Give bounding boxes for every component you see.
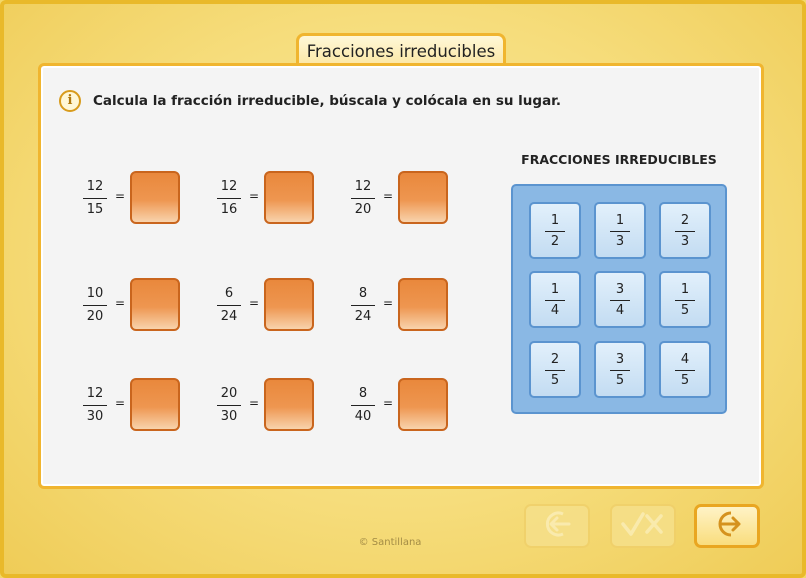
- numerator: 8: [358, 386, 368, 401]
- tile-denominator: 5: [615, 373, 625, 388]
- back-button[interactable]: [524, 504, 590, 548]
- fraction-tile[interactable]: 13: [594, 202, 646, 259]
- equals-sign: =: [383, 396, 394, 410]
- next-arrow-icon: [707, 508, 747, 544]
- numerator: 8: [358, 286, 368, 301]
- fraction-tile[interactable]: 23: [659, 202, 711, 259]
- fraction-tile[interactable]: 14: [529, 271, 581, 328]
- equation: 20 30 =: [216, 378, 326, 434]
- tile-denominator: 5: [550, 373, 560, 388]
- numerator: 12: [220, 179, 238, 194]
- tile-denominator: 3: [615, 234, 625, 249]
- tile-numerator: 1: [550, 282, 560, 297]
- tile-denominator: 4: [615, 303, 625, 318]
- fraction: 8 24: [350, 285, 376, 326]
- numerator: 12: [86, 179, 104, 194]
- activity-title: Fracciones irreducibles: [296, 33, 506, 67]
- info-icon[interactable]: i: [59, 90, 81, 112]
- answer-drop-slot[interactable]: [398, 378, 448, 431]
- copyright-text: © Santillana: [358, 537, 422, 548]
- equation: 12 30 =: [82, 378, 192, 434]
- answer-drop-slot[interactable]: [264, 171, 314, 224]
- fraction-bank: 12 13 23 14 34 15 25 35 45: [511, 184, 727, 414]
- denominator: 24: [354, 309, 372, 324]
- tile-numerator: 2: [680, 213, 690, 228]
- equation: 10 20 =: [82, 278, 192, 334]
- equation: 8 40 =: [350, 378, 460, 434]
- answer-drop-slot[interactable]: [130, 278, 180, 331]
- tile-numerator: 3: [615, 282, 625, 297]
- equation: 8 24 =: [350, 278, 460, 334]
- denominator: 20: [354, 202, 372, 217]
- tile-numerator: 1: [550, 213, 560, 228]
- denominator: 40: [354, 409, 372, 424]
- fraction-tile[interactable]: 25: [529, 341, 581, 398]
- fraction: 12 20: [350, 178, 376, 219]
- answer-drop-slot[interactable]: [264, 378, 314, 431]
- fraction: 6 24: [216, 285, 242, 326]
- denominator: 15: [86, 202, 104, 217]
- tile-denominator: 5: [680, 303, 690, 318]
- fraction-tile[interactable]: 45: [659, 341, 711, 398]
- tile-numerator: 3: [615, 352, 625, 367]
- back-arrow-icon: [537, 508, 577, 544]
- equals-sign: =: [249, 189, 260, 203]
- fraction: 10 20: [82, 285, 108, 326]
- tile-denominator: 4: [550, 303, 560, 318]
- tile-denominator: 3: [680, 234, 690, 249]
- numerator: 6: [224, 286, 234, 301]
- equation: 12 15 =: [82, 171, 192, 227]
- fraction: 20 30: [216, 385, 242, 426]
- equals-sign: =: [383, 189, 394, 203]
- tile-numerator: 1: [680, 282, 690, 297]
- tile-numerator: 1: [615, 213, 625, 228]
- answer-drop-slot[interactable]: [398, 171, 448, 224]
- instruction: i Calcula la fracción irreducible, búsca…: [59, 89, 561, 113]
- equation: 6 24 =: [216, 278, 326, 334]
- equals-sign: =: [115, 296, 126, 310]
- next-button[interactable]: [694, 504, 760, 548]
- denominator: 24: [220, 309, 238, 324]
- numerator: 12: [86, 386, 104, 401]
- denominator: 20: [86, 309, 104, 324]
- bank-title: FRACCIONES IRREDUCIBLES: [521, 152, 717, 167]
- tile-numerator: 2: [550, 352, 560, 367]
- fraction: 12 30: [82, 385, 108, 426]
- numerator: 10: [86, 286, 104, 301]
- fraction-tile[interactable]: 35: [594, 341, 646, 398]
- equation: 12 20 =: [350, 171, 460, 227]
- fraction: 12 16: [216, 178, 242, 219]
- answer-drop-slot[interactable]: [398, 278, 448, 331]
- instruction-text: Calcula la fracción irreducible, búscala…: [93, 93, 562, 109]
- check-button[interactable]: [610, 504, 676, 548]
- equation: 12 16 =: [216, 171, 326, 227]
- fraction-tile[interactable]: 15: [659, 271, 711, 328]
- equals-sign: =: [249, 296, 260, 310]
- denominator: 30: [86, 409, 104, 424]
- equals-sign: =: [115, 396, 126, 410]
- numerator: 12: [354, 179, 372, 194]
- numerator: 20: [220, 386, 238, 401]
- equals-sign: =: [249, 396, 260, 410]
- equals-sign: =: [115, 189, 126, 203]
- answer-drop-slot[interactable]: [130, 171, 180, 224]
- equals-sign: =: [383, 296, 394, 310]
- fraction: 12 15: [82, 178, 108, 219]
- answer-drop-slot[interactable]: [130, 378, 180, 431]
- fraction: 8 40: [350, 385, 376, 426]
- fraction-tile[interactable]: 12: [529, 202, 581, 259]
- denominator: 16: [220, 202, 238, 217]
- fraction-tile[interactable]: 34: [594, 271, 646, 328]
- denominator: 30: [220, 409, 238, 424]
- answer-drop-slot[interactable]: [264, 278, 314, 331]
- tile-denominator: 5: [680, 373, 690, 388]
- tile-numerator: 4: [680, 352, 690, 367]
- check-cross-icon: [619, 508, 667, 544]
- tile-denominator: 2: [550, 234, 560, 249]
